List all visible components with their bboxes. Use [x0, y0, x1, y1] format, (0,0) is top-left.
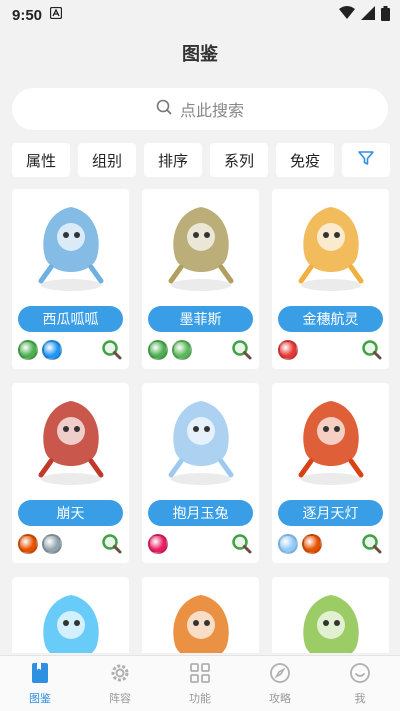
status-time: 9:50	[12, 6, 43, 24]
book-icon	[28, 661, 52, 688]
monster-art	[142, 195, 259, 299]
search-icon	[156, 99, 172, 119]
monster-name: 逐月天灯	[278, 500, 383, 526]
monster-attributes	[278, 338, 383, 362]
monster-name: 西瓜呱呱	[18, 306, 123, 332]
monster-name: 抱月玉兔	[148, 500, 253, 526]
monster-art	[12, 389, 129, 493]
magnify-icon[interactable]	[361, 533, 383, 555]
tab-gear[interactable]: 阵容	[80, 656, 160, 711]
tab-bar: 图鉴 阵容 功能 攻略 我	[0, 655, 400, 711]
monster-art	[12, 195, 129, 299]
monster-card[interactable]: 西瓜呱呱	[12, 189, 129, 369]
smile-icon	[348, 661, 372, 688]
search-placeholder: 点此搜索	[179, 101, 244, 120]
attribute-icon	[42, 534, 62, 554]
monster-card[interactable]: 崩天	[12, 383, 129, 563]
tab-label: 图鉴	[29, 692, 51, 705]
filter-row: 属性 组别 排序 系列 免疫	[12, 143, 390, 177]
filter-series[interactable]: 系列	[210, 143, 268, 177]
battery-icon	[381, 5, 390, 25]
attribute-icon	[18, 340, 38, 360]
monster-attributes	[18, 338, 123, 362]
magnify-icon[interactable]	[361, 339, 383, 361]
monster-art	[272, 583, 389, 653]
tab-label: 阵容	[109, 692, 131, 705]
attribute-icon	[278, 534, 298, 554]
monster-attributes	[148, 338, 253, 362]
grid-icon	[188, 661, 212, 688]
monster-card[interactable]	[272, 577, 389, 653]
monster-attributes	[148, 532, 253, 556]
monster-art	[12, 583, 129, 653]
magnify-icon[interactable]	[101, 339, 123, 361]
gear-icon	[108, 661, 132, 688]
tab-grid[interactable]: 功能	[160, 656, 240, 711]
notification-icon	[49, 6, 63, 23]
magnify-icon[interactable]	[101, 533, 123, 555]
tab-book[interactable]: 图鉴	[0, 656, 80, 711]
filter-attribute[interactable]: 属性	[12, 143, 70, 177]
monster-name: 墨菲斯	[148, 306, 253, 332]
signal-icon	[361, 6, 375, 24]
monster-card[interactable]: 金穗航灵	[272, 189, 389, 369]
monster-card[interactable]: 抱月玉兔	[142, 383, 259, 563]
monster-art	[142, 583, 259, 653]
status-bar: 9:50	[0, 0, 400, 30]
filter-button[interactable]	[342, 143, 390, 177]
monster-grid: 西瓜呱呱 墨菲斯 金穗航灵崩天 抱月玉兔 逐月天灯	[12, 189, 390, 653]
attribute-icon	[302, 534, 322, 554]
filter-sort[interactable]: 排序	[144, 143, 202, 177]
monster-name: 崩天	[18, 500, 123, 526]
tab-compass[interactable]: 攻略	[240, 656, 320, 711]
monster-card[interactable]: 逐月天灯	[272, 383, 389, 563]
attribute-icon	[148, 534, 168, 554]
monster-art	[142, 389, 259, 493]
tab-label: 我	[354, 692, 366, 705]
attribute-icon	[18, 534, 38, 554]
monster-attributes	[18, 532, 123, 556]
tab-label: 攻略	[269, 692, 291, 705]
attribute-icon	[42, 340, 62, 360]
funnel-icon	[357, 149, 375, 171]
monster-attributes	[278, 532, 383, 556]
monster-name: 金穗航灵	[278, 306, 383, 332]
magnify-icon[interactable]	[231, 339, 253, 361]
filter-immune[interactable]: 免疫	[276, 143, 334, 177]
monster-art	[272, 195, 389, 299]
filter-group[interactable]: 组别	[78, 143, 136, 177]
monster-card[interactable]	[142, 577, 259, 653]
monster-card[interactable]: 墨菲斯	[142, 189, 259, 369]
page-title: 图鉴	[182, 44, 218, 65]
search-bar[interactable]: 点此搜索	[12, 88, 388, 130]
attribute-icon	[148, 340, 168, 360]
magnify-icon[interactable]	[231, 533, 253, 555]
tab-smile[interactable]: 我	[320, 656, 400, 711]
attribute-icon	[278, 340, 298, 360]
tab-label: 功能	[189, 692, 211, 705]
monster-art	[272, 389, 389, 493]
wifi-icon	[339, 6, 355, 24]
monster-card[interactable]	[12, 577, 129, 653]
compass-icon	[268, 661, 292, 688]
attribute-icon	[172, 340, 192, 360]
